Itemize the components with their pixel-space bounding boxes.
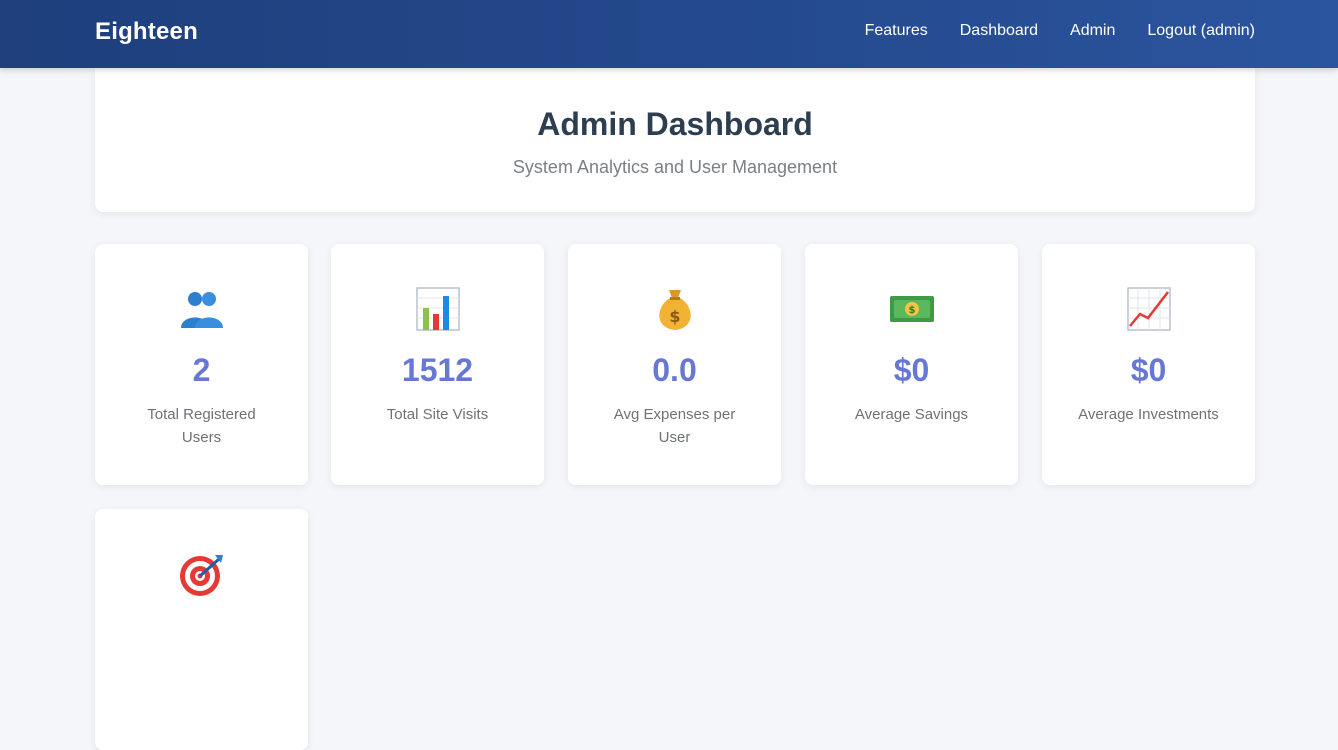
stat-label: Average Savings [854, 406, 969, 423]
header-card: Admin Dashboard System Analytics and Use… [95, 68, 1255, 212]
stat-card-investments: $0 Average Investments [1042, 244, 1255, 485]
stat-value: $0 [1130, 352, 1167, 388]
nav-link-features[interactable]: Features [865, 22, 928, 40]
bar-chart-icon [415, 287, 460, 331]
stat-value: $0 [893, 352, 930, 388]
target-icon [179, 555, 223, 596]
money-bag-icon: $ [658, 290, 691, 330]
stat-label: Avg Expenses per User [613, 406, 736, 446]
svg-text:$: $ [908, 305, 915, 316]
stat-card-savings: $ $0 Average Savings [805, 244, 1018, 485]
stat-value: 1512 [401, 352, 474, 388]
svg-text:$: $ [669, 307, 680, 326]
stat-label: Total Registered Users [147, 406, 256, 446]
top-navbar: Eighteen Features Dashboard Admin Logout… [0, 0, 1338, 68]
banknote-icon: $ [889, 296, 934, 322]
nav-link-admin[interactable]: Admin [1070, 22, 1115, 40]
nav-link-logout[interactable]: Logout (admin) [1147, 22, 1255, 40]
stat-label: Total Site Visits [386, 406, 489, 423]
brand-logo-text[interactable]: Eighteen [95, 18, 198, 46]
stat-card-expenses: $ 0.0 Avg Expenses per User [568, 244, 781, 485]
stat-value: 0.0 [652, 352, 697, 388]
stat-value: 2 [192, 352, 211, 388]
page-title: Admin Dashboard [537, 106, 813, 142]
page-subtitle: System Analytics and User Management [512, 157, 838, 177]
users-icon [180, 292, 223, 328]
stat-card-goals [95, 509, 308, 750]
stat-card-users: 2 Total Registered Users [95, 244, 308, 485]
trending-up-icon [1126, 287, 1171, 331]
nav-links: Features Dashboard Admin Logout (admin) [865, 22, 1255, 40]
stat-label: Average Investments [1078, 406, 1219, 423]
stat-card-visits: 1512 Total Site Visits [331, 244, 544, 485]
nav-link-dashboard[interactable]: Dashboard [960, 22, 1038, 40]
